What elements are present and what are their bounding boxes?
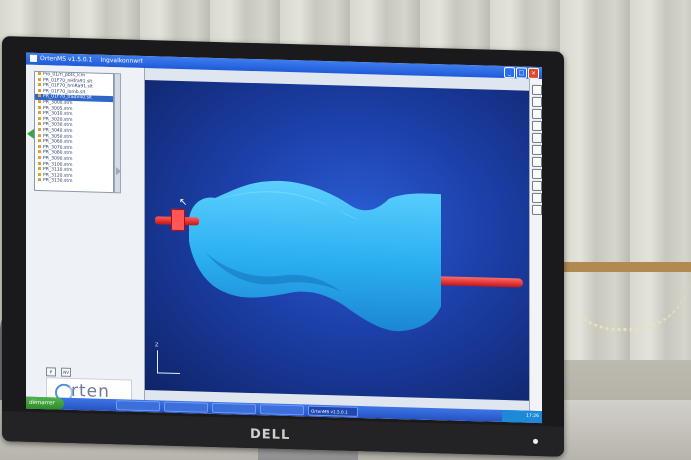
file-icon: [38, 178, 41, 182]
3d-viewport[interactable]: ↖ Z: [145, 79, 529, 401]
screen: OrtenMS v1.5.0.1 Ingvalkonnwrt _ □ × Pro_01…: [26, 52, 542, 424]
tool-zoom-icon[interactable]: [532, 120, 542, 132]
file-icon: [38, 77, 41, 81]
taskbar-item[interactable]: [164, 401, 208, 413]
taskbar-item-active[interactable]: OrtenMS v1.5.0.1: [308, 405, 358, 417]
file-icon: [38, 150, 41, 154]
tool-measure-icon[interactable]: [532, 144, 542, 156]
taskbar-item[interactable]: [116, 400, 160, 412]
mouse-cursor-icon: ↖: [179, 196, 188, 209]
axis-label: Z: [155, 342, 159, 349]
file-tree[interactable]: Pro_01/ri_pbts_lcm PR_01F70_nHfra91.slt PR…: [34, 70, 114, 194]
tree-item[interactable]: PR_3130.stm: [35, 178, 113, 186]
power-led-icon[interactable]: [533, 438, 538, 444]
limb-model[interactable]: [145, 80, 529, 401]
tree-item-label: PR_3130.stm: [43, 178, 73, 185]
left-pane: Pro_01/ri_pbts_lcm PR_01F70_nHfra91.slt PR…: [26, 64, 145, 408]
mini-button-nv[interactable]: NV: [61, 367, 72, 377]
file-icon: [38, 122, 41, 126]
forward-arrow-icon[interactable]: [116, 167, 121, 176]
tool-pan-icon[interactable]: [532, 108, 542, 120]
mini-button-group: P NV: [46, 358, 72, 378]
file-icon: [38, 133, 41, 137]
tool-brush-icon[interactable]: [532, 192, 542, 204]
tool-cube-icon[interactable]: [532, 180, 542, 192]
file-icon: [38, 155, 41, 159]
close-button[interactable]: ×: [528, 67, 539, 79]
app-icon: [30, 54, 37, 62]
document-title: Ingvalkonnwrt: [100, 56, 144, 65]
file-icon: [38, 172, 41, 176]
tool-settings-icon[interactable]: [532, 204, 542, 216]
tool-fit-icon[interactable]: [532, 132, 542, 144]
tool-cut-icon[interactable]: [532, 156, 542, 168]
file-icon: [38, 116, 41, 120]
taskbar-item[interactable]: [212, 402, 256, 415]
file-icon: [38, 144, 41, 148]
file-icon: [38, 167, 41, 171]
limb-mesh: [189, 180, 441, 332]
file-icon: [38, 161, 41, 165]
app-title: OrtenMS v1.5.0.1: [40, 55, 93, 64]
file-icon: [38, 94, 41, 98]
tool-select-icon[interactable]: [532, 84, 542, 96]
mini-button-p[interactable]: P: [46, 367, 56, 377]
maximize-button[interactable]: □: [516, 67, 527, 79]
file-icon: [38, 105, 41, 109]
rod-handle[interactable]: [171, 208, 185, 232]
minimize-button[interactable]: _: [504, 67, 515, 79]
taskbar-item[interactable]: [260, 404, 304, 416]
start-button[interactable]: démarrer: [26, 396, 64, 410]
monitor: OrtenMS v1.5.0.1 Ingvalkonnwrt _ □ × Pro_01…: [2, 36, 564, 457]
back-arrow-icon[interactable]: [27, 128, 34, 139]
tool-rotate-icon[interactable]: [532, 96, 542, 108]
file-icon: [38, 139, 41, 143]
file-icon: [38, 111, 41, 115]
file-icon: [38, 72, 41, 76]
file-icon: [38, 83, 41, 87]
file-icon: [38, 127, 41, 132]
axes-gizmo: [157, 350, 180, 374]
tool-smooth-icon[interactable]: [532, 168, 542, 180]
brand-logo: DELL: [250, 426, 291, 444]
right-toolbar: [529, 78, 542, 412]
system-tray-clock[interactable]: 17:26: [502, 409, 542, 424]
file-icon: [38, 88, 41, 92]
file-icon: [38, 99, 41, 104]
